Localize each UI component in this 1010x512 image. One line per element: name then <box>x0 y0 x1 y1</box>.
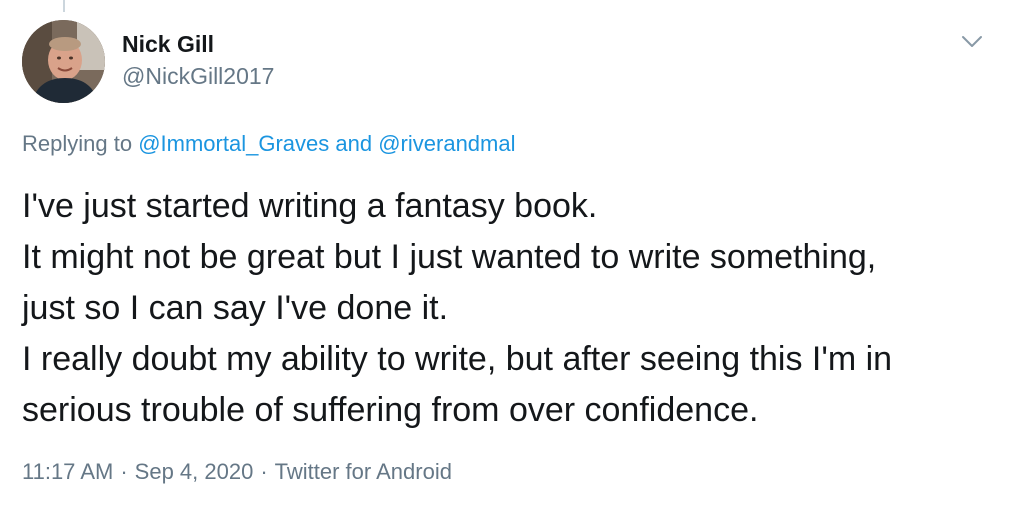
tweet-text-line: serious trouble of suffering from over c… <box>22 391 759 429</box>
reply-mention-link[interactable]: @Immortal_Graves <box>138 131 329 156</box>
tweet-source-link[interactable]: Twitter for Android <box>275 459 452 484</box>
display-name[interactable]: Nick Gill <box>122 31 214 58</box>
tweet-metadata: 11:17 AM · Sep 4, 2020 · Twitter for Android <box>22 459 452 485</box>
tweet-text-line: I really doubt my ability to write, but … <box>22 340 893 378</box>
chevron-down-icon <box>962 36 982 47</box>
more-options-button[interactable] <box>956 28 988 56</box>
user-handle[interactable]: @NickGill2017 <box>122 63 274 90</box>
tweet-date-link[interactable]: Sep 4, 2020 <box>135 459 254 484</box>
avatar[interactable] <box>22 20 105 103</box>
thread-connector-line <box>63 0 65 12</box>
tweet-text: I've just started writing a fantasy book… <box>22 181 997 436</box>
meta-separator: · <box>120 459 128 484</box>
tweet-text-line: just so I can say I've done it. <box>22 289 449 327</box>
tweet-text-line: It might not be great but I just wanted … <box>22 238 877 276</box>
meta-separator: · <box>260 459 268 484</box>
reply-conjunction: and <box>335 131 373 156</box>
reply-mention-link[interactable]: @riverandmal <box>378 131 515 156</box>
reply-prefix: Replying to <box>22 131 133 156</box>
tweet-text-line: I've just started writing a fantasy book… <box>22 187 598 225</box>
tweet-timestamp-link[interactable]: 11:17 AM <box>22 459 113 484</box>
avatar-photo <box>22 20 105 103</box>
reply-context: Replying to @Immortal_Graves and @rivera… <box>22 131 515 157</box>
